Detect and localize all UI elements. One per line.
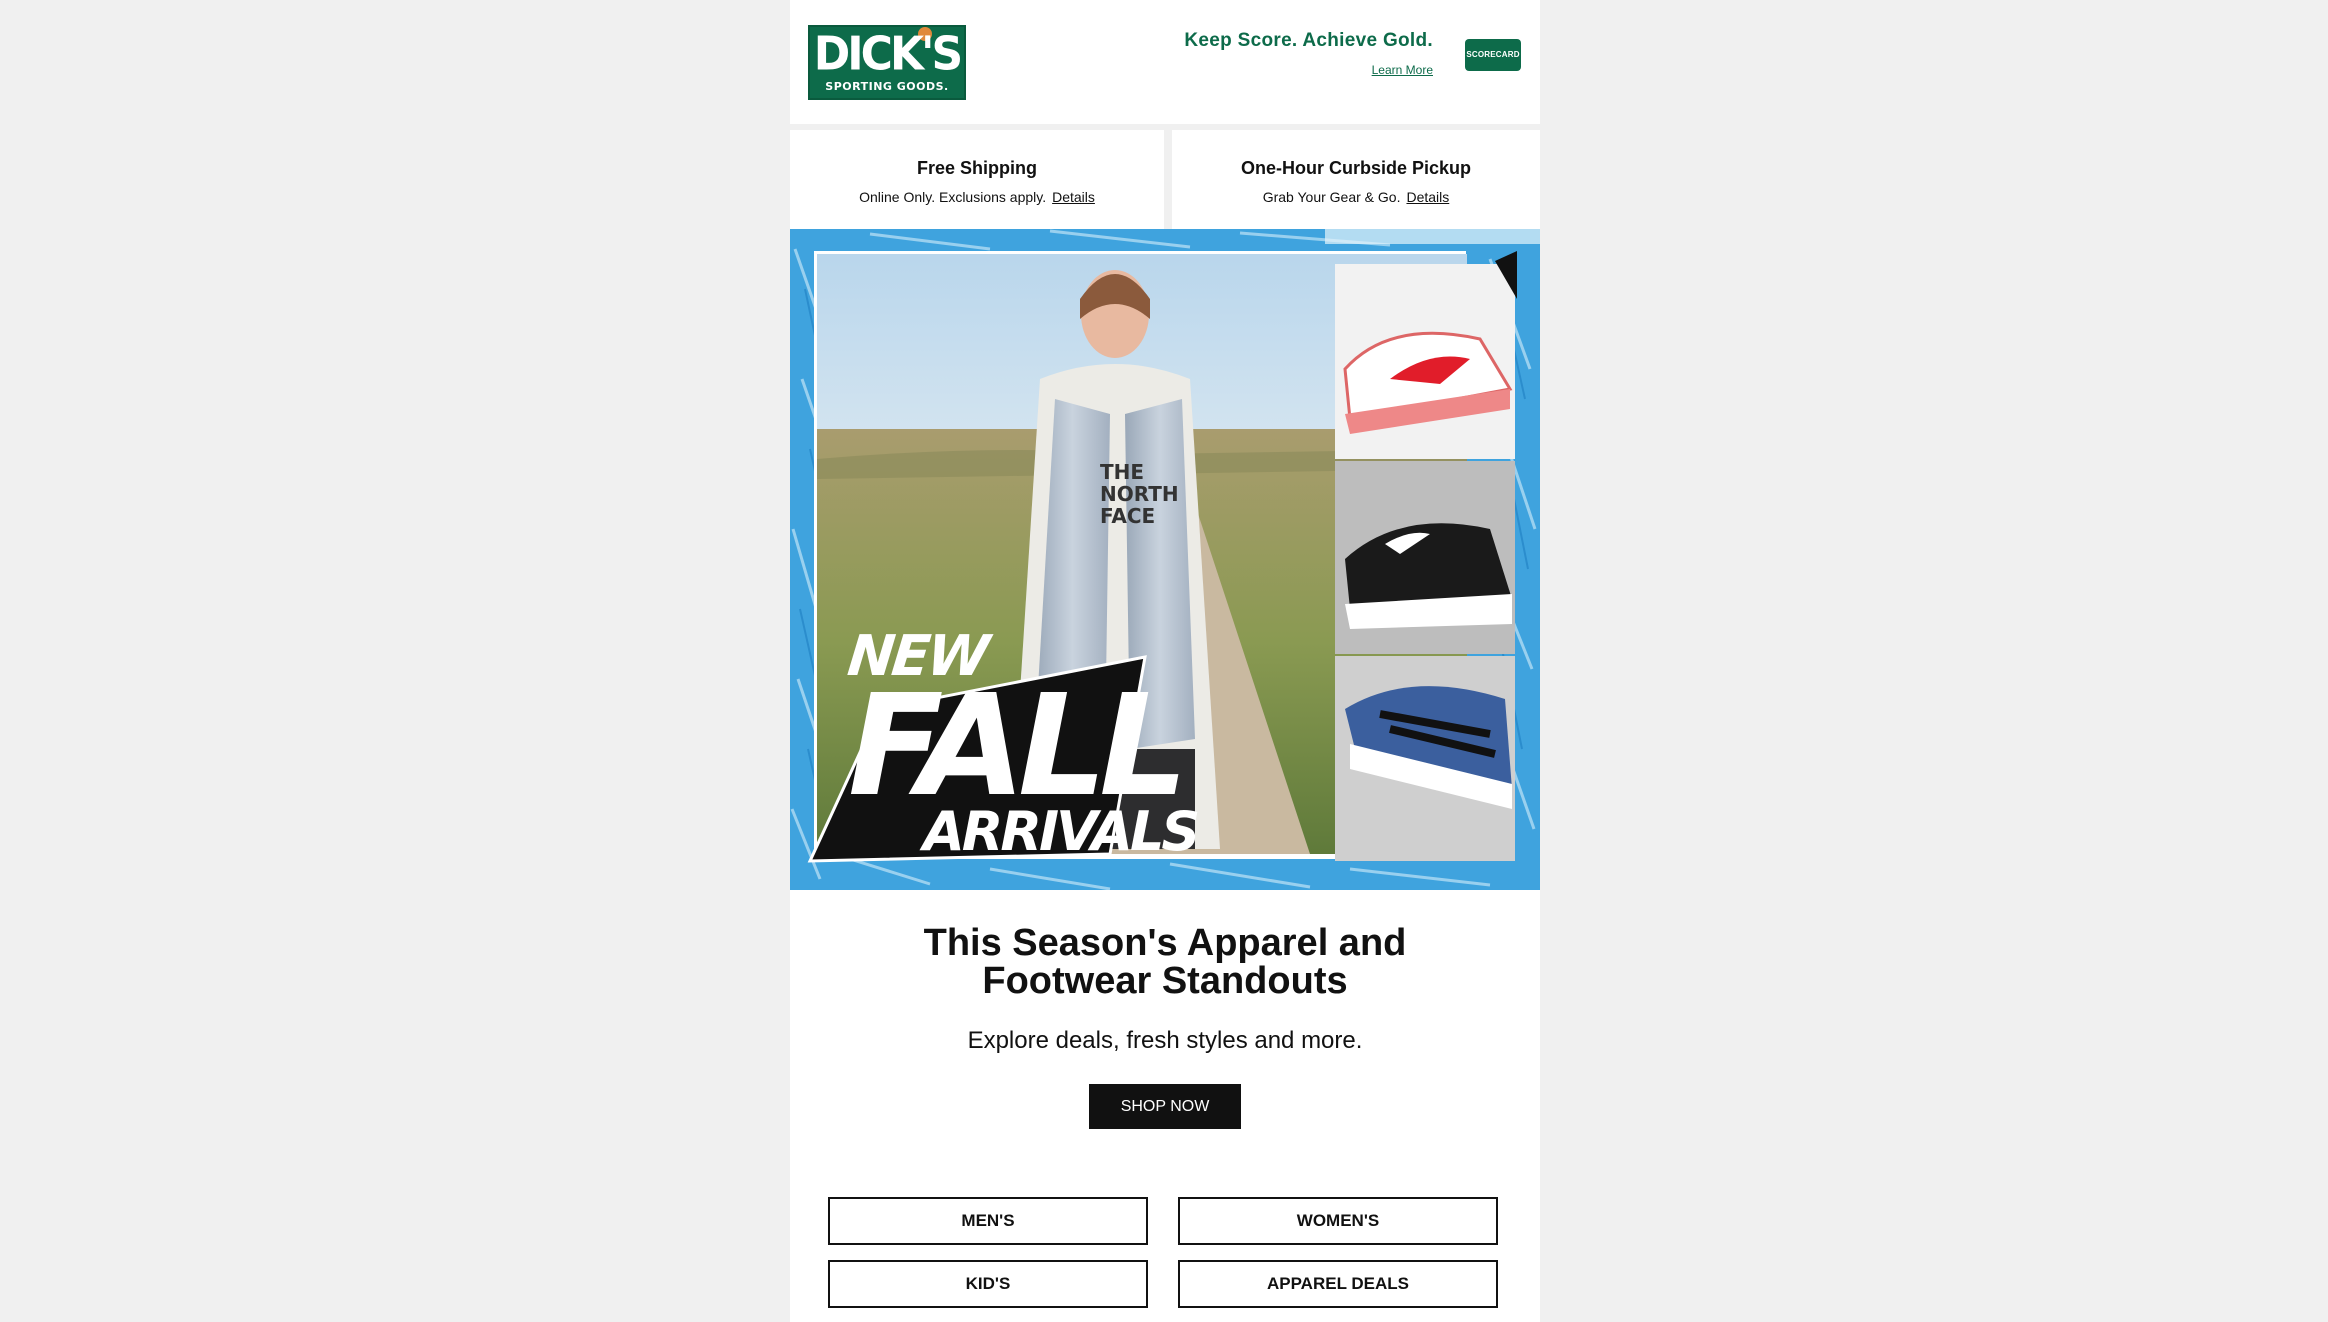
curbside-pickup-box: One-Hour Curbside Pickup Grab Your Gear … [1172, 130, 1540, 229]
free-shipping-box: Free Shipping Online Only. Exclusions ap… [790, 130, 1164, 229]
headline: This Season's Apparel and Footwear Stand… [790, 924, 1540, 1000]
free-shipping-text: Online Only. Exclusions apply. [859, 189, 1047, 205]
logo-sub-text: SPORTING GOODS. [825, 80, 949, 93]
shoe-panel-2 [1335, 461, 1515, 654]
email-body: DICK'S SPORTING GOODS. Keep Score. Achie… [790, 0, 1540, 1322]
shirt-text-3: FACE [1100, 504, 1155, 528]
mens-button[interactable]: MEN'S [828, 1197, 1148, 1245]
apparel-deals-button[interactable]: APPAREL DEALS [1178, 1260, 1498, 1308]
kids-button[interactable]: KID'S [828, 1260, 1148, 1308]
hero-banner[interactable]: THE NORTH FACE NEW FALL ARRIVALS [790, 229, 1540, 890]
learn-more-link[interactable]: Learn More [1372, 63, 1433, 77]
womens-button[interactable]: WOMEN'S [1178, 1197, 1498, 1245]
hero-new-text: NEW [844, 624, 990, 689]
headline-line-2: Footwear Standouts [982, 960, 1348, 1002]
hero-arrivals-text: ARRIVALS [923, 800, 1200, 863]
curbside-pickup-text: Grab Your Gear & Go. [1262, 189, 1401, 205]
scorecard-tagline: Keep Score. Achieve Gold. [1184, 30, 1433, 51]
scorecard-badge[interactable]: SCORECARD [1465, 39, 1521, 71]
shirt-text-1: THE [1100, 460, 1144, 484]
dicks-logo[interactable]: DICK'S SPORTING GOODS. [808, 25, 966, 100]
promo-strip: Free Shipping Online Only. Exclusions ap… [790, 124, 1540, 229]
headline-line-1: This Season's Apparel and [923, 922, 1407, 964]
subheadline: Explore deals, fresh styles and more. [967, 1027, 1363, 1054]
curbside-pickup-subtitle: Grab Your Gear & Go. Details [1172, 189, 1540, 205]
pickup-details-link[interactable]: Details [1406, 189, 1449, 205]
new-fall-arrivals-text: NEW FALL ARRIVALS [844, 624, 1201, 863]
curbside-pickup-title: One-Hour Curbside Pickup [1240, 158, 1472, 178]
free-shipping-subtitle: Online Only. Exclusions apply. Details [790, 189, 1164, 205]
shoe-panel-3 [1335, 656, 1515, 861]
free-shipping-title: Free Shipping [916, 158, 1037, 178]
shirt-text-2: NORTH [1100, 482, 1179, 506]
logo-main-text: DICK'S [813, 27, 963, 82]
shop-now-button[interactable]: SHOP NOW [1089, 1084, 1241, 1129]
email-header: DICK'S SPORTING GOODS. Keep Score. Achie… [790, 0, 1540, 124]
shipping-details-link[interactable]: Details [1052, 189, 1095, 205]
shoe-panel-1 [1335, 264, 1515, 459]
hero-fall-text: FALL [848, 665, 1188, 828]
